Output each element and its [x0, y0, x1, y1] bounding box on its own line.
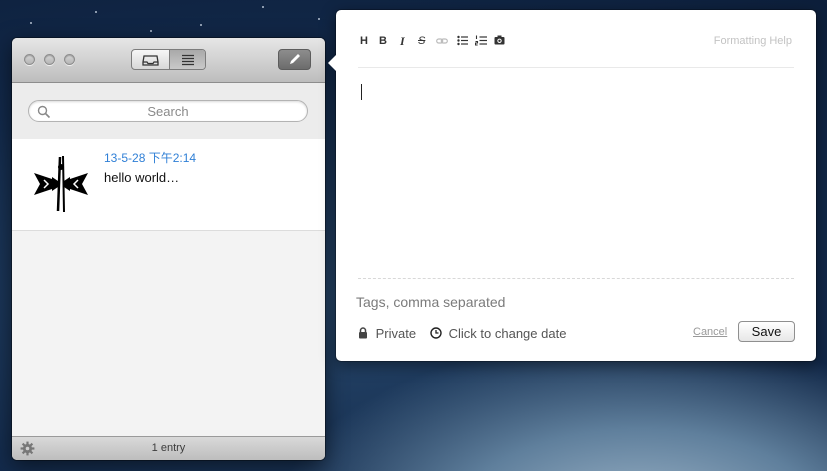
formatting-help-link[interactable]: Formatting Help [714, 35, 792, 47]
entry-date: 13-5-28 下午2:14 [104, 151, 197, 165]
date-label: Click to change date [448, 326, 567, 341]
inbox-view-button[interactable] [132, 50, 169, 69]
list-icon [182, 54, 194, 66]
entry-text-area[interactable] [358, 72, 794, 272]
tags-divider [358, 278, 794, 279]
list-view-button[interactable] [169, 50, 205, 69]
text-cursor [361, 84, 362, 100]
winged-glyph-thumbnail [30, 153, 92, 215]
status-bar: 1 entry [12, 436, 325, 460]
search-input[interactable] [28, 100, 308, 122]
privacy-label: Private [375, 326, 417, 341]
heading-button[interactable]: H [360, 34, 368, 48]
inbox-icon [142, 55, 159, 66]
privacy-toggle[interactable]: Private [358, 326, 416, 341]
search-area [12, 83, 325, 139]
toolbar-divider [358, 67, 794, 68]
title-bar [12, 38, 325, 83]
minimize-window-button[interactable] [44, 54, 55, 65]
entry-preview: hello world… [104, 170, 180, 185]
strikethrough-button[interactable]: S [418, 34, 425, 48]
list-item[interactable]: 13-5-28 下午2:14 hello world… [12, 139, 325, 231]
entries-window: 13-5-28 下午2:14 hello world… 1 entry [12, 38, 325, 460]
clock-icon [430, 327, 442, 339]
lock-icon [359, 327, 367, 339]
pencil-icon [290, 54, 300, 64]
compose-button[interactable] [278, 49, 311, 70]
numbered-list-icon [475, 35, 487, 46]
change-date-button[interactable]: Click to change date [430, 326, 566, 341]
bold-button[interactable]: B [379, 34, 387, 48]
cancel-button[interactable]: Cancel [693, 326, 727, 338]
popover-arrow [328, 54, 337, 72]
bulleted-list-button[interactable] [457, 35, 468, 49]
italic-button[interactable]: I [400, 34, 405, 48]
link-button[interactable] [436, 36, 448, 50]
entry-editor-popover: H B I S Formatting Help Tags, comma sepa… [328, 10, 816, 361]
bulleted-list-icon [457, 35, 468, 46]
tags-input[interactable] [356, 294, 786, 310]
view-toggle [131, 49, 206, 70]
link-icon [436, 38, 448, 44]
save-button[interactable]: Save [738, 321, 795, 342]
insert-photo-button[interactable] [494, 35, 505, 49]
entry-count: 1 entry [151, 442, 186, 454]
camera-icon [494, 35, 505, 45]
zoom-window-button[interactable] [64, 54, 75, 65]
search-icon [37, 105, 51, 119]
numbered-list-button[interactable] [475, 35, 487, 49]
close-window-button[interactable] [24, 54, 35, 65]
